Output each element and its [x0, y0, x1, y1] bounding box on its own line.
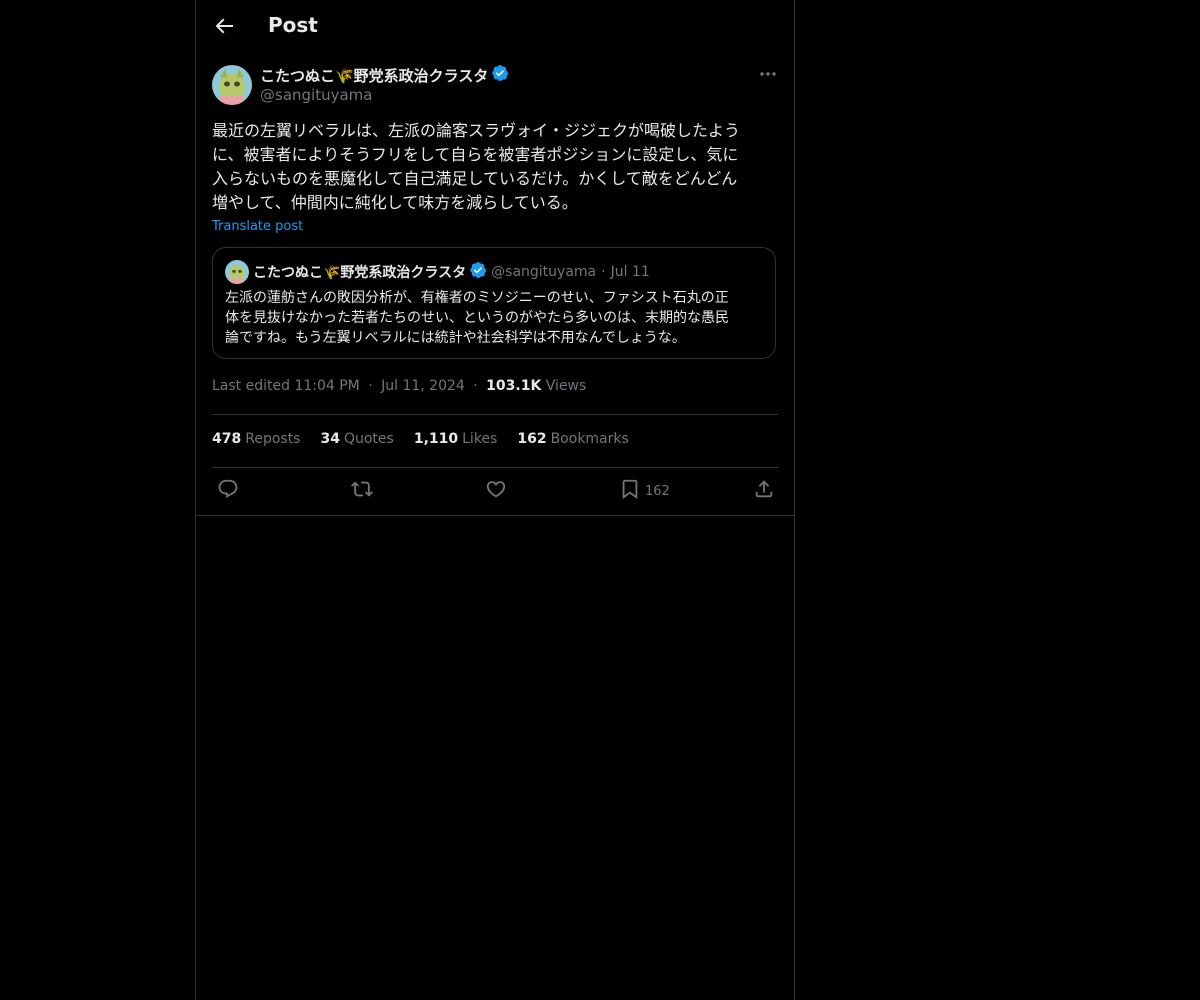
stat-count: 478: [212, 431, 242, 447]
divider: [196, 515, 794, 516]
bookmark-count: 162: [645, 483, 670, 499]
post-text-line: 最近の左翼リベラルは、左派の論客スラヴォイ・ジジェクが喝破したよう: [212, 121, 741, 140]
quoted-post-date: Jul 11: [610, 264, 650, 280]
post-date[interactable]: Jul 11, 2024: [381, 378, 465, 394]
like-icon: [485, 478, 507, 504]
more-icon[interactable]: [758, 64, 778, 84]
action-bar: 162: [196, 478, 794, 504]
divider: [212, 467, 778, 468]
quoted-post-text: 左派の蓮舫さんの敗因分析が、有権者のミソジニーのせい、ファシスト石丸の正 体を見…: [225, 288, 770, 348]
verified-badge-icon: [488, 64, 509, 86]
quotes-stat[interactable]: 34 Quotes: [320, 431, 393, 447]
separator-dot: ·: [601, 264, 606, 280]
views-count: 103.1K: [486, 378, 542, 394]
post-text-line: に、被害者によりそうフリをして自らを被害者ポジションに設定し、気に: [212, 145, 739, 164]
share-icon: [753, 478, 775, 504]
stat-label: Quotes: [343, 431, 394, 447]
quoted-post-header: こたつぬこ🌾野党系政治クラスタ @sangituyama · Jul 11: [225, 260, 650, 284]
quoted-text-line: 左派の蓮舫さんの敗因分析が、有権者のミソジニーのせい、ファシスト石丸の正: [225, 290, 729, 306]
bookmark-icon: [619, 478, 641, 504]
bookmarks-stat[interactable]: 162 Bookmarks: [517, 431, 628, 447]
author-name[interactable]: こたつぬこ🌾野党系政治クラスタ: [260, 65, 488, 86]
views-label: Views: [545, 378, 587, 394]
post-text-line: 入らないものを悪魔化して自己満足しているだけ。かくして敵をどんどん: [212, 169, 738, 188]
quoted-author-handle: @sangituyama: [491, 264, 597, 280]
quoted-text-line: 体を見抜けなかった若者たちのせい、というのがやたら多いのは、末期的な愚民: [225, 310, 729, 326]
stat-label: Likes: [462, 431, 498, 447]
repost-button[interactable]: [351, 478, 373, 504]
quoted-post[interactable]: こたつぬこ🌾野党系政治クラスタ @sangituyama · Jul 11 左派…: [212, 247, 776, 359]
stat-count: 162: [517, 431, 547, 447]
edited-time[interactable]: Last edited 11:04 PM: [212, 378, 360, 394]
divider: [212, 414, 778, 415]
post-text: 最近の左翼リベラルは、左派の論客スラヴォイ・ジジェクが喝破したよう に、被害者に…: [212, 119, 778, 215]
stat-label: Bookmarks: [550, 431, 629, 447]
quoted-avatar: [225, 260, 249, 284]
stat-count: 1,110: [413, 431, 459, 447]
repost-icon: [351, 478, 373, 504]
bookmark-button[interactable]: 162: [619, 478, 670, 504]
quoted-text-line: 論ですね。もう左翼リベラルには統計や社会科学は不用なんでしょうな。: [225, 330, 686, 346]
back-arrow-icon[interactable]: [212, 14, 236, 38]
stat-label: Reposts: [245, 431, 301, 447]
reply-button[interactable]: [217, 478, 239, 504]
engagement-stats: 478 Reposts 34 Quotes 1,110 Likes 162 Bookma…: [212, 431, 629, 447]
likes-stat[interactable]: 1,110 Likes: [414, 431, 498, 447]
translate-post-link[interactable]: Translate post: [212, 219, 303, 234]
top-bar: Post: [196, 0, 794, 53]
separator-dot: ·: [473, 378, 478, 394]
post-meta: Last edited 11:04 PM · Jul 11, 2024 · 10…: [212, 378, 586, 394]
stat-count: 34: [320, 431, 340, 447]
post-text-line: 増やして、仲間内に純化して味方を減らしている。: [212, 193, 578, 212]
page-title: Post: [268, 13, 318, 37]
verified-badge-icon: [466, 261, 487, 283]
reply-icon: [217, 478, 239, 504]
author-name-row[interactable]: こたつぬこ🌾野党系政治クラスタ: [260, 64, 509, 86]
like-button[interactable]: [485, 478, 507, 504]
separator-dot: ·: [368, 378, 373, 394]
quoted-author-name: こたつぬこ🌾野党系政治クラスタ: [253, 265, 467, 281]
reposts-stat[interactable]: 478 Reposts: [212, 431, 300, 447]
share-button[interactable]: [753, 478, 775, 504]
avatar[interactable]: [212, 65, 252, 105]
author-handle[interactable]: @sangituyama: [260, 86, 372, 104]
post-column: Post こたつぬこ🌾野党系政治クラスタ @sangituyama 最近の左翼リ…: [195, 0, 795, 1000]
